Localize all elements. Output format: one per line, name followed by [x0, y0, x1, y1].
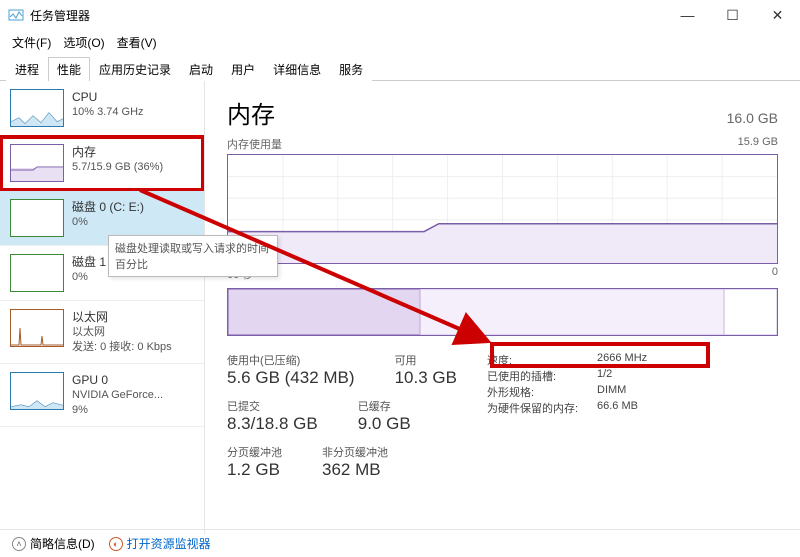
- chevron-up-icon: ˄: [12, 537, 26, 551]
- memory-composition-chart: [227, 288, 778, 336]
- sidebar-item-disk0[interactable]: 磁盘 0 (C: E:) 0%: [0, 191, 204, 246]
- sidebar-item-sub: 10% 3.74 GHz: [72, 105, 144, 120]
- reserved-value: 66.6 MB: [597, 400, 638, 416]
- chart-label: 内存使用量: [227, 136, 282, 152]
- taskmgr-icon: [8, 7, 24, 23]
- committed-label: 已提交: [227, 398, 318, 414]
- tab-processes[interactable]: 进程: [6, 57, 48, 81]
- statusbar: ˄ 简略信息(D) ◐ 打开资源监视器: [0, 529, 800, 557]
- sidebar: CPU 10% 3.74 GHz 内存 5.7/15.9 GB (36%) 磁盘…: [0, 81, 205, 534]
- sidebar-item-gpu0[interactable]: GPU 0 NVIDIA GeForce... 9%: [0, 364, 204, 427]
- menubar: 文件(F) 选项(O) 查看(V): [0, 30, 800, 57]
- slots-label: 已使用的插槽:: [487, 368, 597, 384]
- speed-label: 速度:: [487, 352, 597, 368]
- available-value: 10.3 GB: [395, 368, 457, 388]
- disk1-thumb: [10, 254, 64, 292]
- sidebar-item-memory[interactable]: 内存 5.7/15.9 GB (36%): [0, 136, 204, 191]
- tab-performance[interactable]: 性能: [48, 57, 90, 81]
- chart-max: 15.9 GB: [738, 136, 778, 152]
- available-label: 可用: [395, 352, 457, 368]
- body: CPU 10% 3.74 GHz 内存 5.7/15.9 GB (36%) 磁盘…: [0, 81, 800, 534]
- paged-label: 分页缓冲池: [227, 444, 282, 460]
- open-resmon-link[interactable]: ◐ 打开资源监视器: [109, 535, 211, 552]
- main-panel: 内存 16.0 GB 内存使用量 15.9 GB: [205, 81, 800, 534]
- ethernet-thumb: [10, 309, 64, 347]
- menu-file[interactable]: 文件(F): [8, 32, 55, 53]
- sidebar-item-sub2: 9%: [72, 403, 163, 418]
- speed-value: 2666 MHz: [597, 352, 647, 368]
- sidebar-item-disk1[interactable]: 磁盘 1 0%: [0, 246, 204, 301]
- window-controls: — ☐ ✕: [665, 0, 800, 30]
- tab-users[interactable]: 用户: [222, 57, 264, 81]
- sidebar-item-sub: 5.7/15.9 GB (36%): [72, 160, 163, 175]
- form-label: 外形规格:: [487, 384, 597, 400]
- tab-details[interactable]: 详细信息: [264, 57, 330, 81]
- sidebar-item-label: 内存: [72, 144, 163, 160]
- open-resmon-label: 打开资源监视器: [127, 535, 211, 552]
- total-memory: 16.0 GB: [727, 110, 778, 126]
- slots-value: 1/2: [597, 368, 612, 384]
- brief-info-button[interactable]: ˄ 简略信息(D): [12, 535, 95, 552]
- memory-usage-chart: [227, 154, 778, 264]
- tab-app-history[interactable]: 应用历史记录: [90, 57, 180, 81]
- paged-value: 1.2 GB: [227, 460, 282, 480]
- cpu-thumb: [10, 89, 64, 127]
- sidebar-item-label: 磁盘 1: [72, 254, 106, 270]
- stats-area: 使用中(已压缩) 5.6 GB (432 MB) 可用 10.3 GB 已提交 …: [227, 352, 778, 490]
- sidebar-item-sub: 以太网: [72, 325, 172, 340]
- menu-view[interactable]: 查看(V): [113, 32, 161, 53]
- sidebar-item-label: GPU 0: [72, 372, 163, 388]
- form-value: DIMM: [597, 384, 626, 400]
- gpu0-thumb: [10, 372, 64, 410]
- window-title: 任务管理器: [30, 7, 665, 24]
- tab-services[interactable]: 服务: [330, 57, 372, 81]
- maximize-button[interactable]: ☐: [710, 0, 755, 30]
- memory-thumb: [10, 144, 64, 182]
- chart-x-left: 60 秒: [227, 266, 253, 282]
- titlebar: 任务管理器 — ☐ ✕: [0, 0, 800, 30]
- sidebar-item-sub2: 发送: 0 接收: 0 Kbps: [72, 340, 172, 355]
- sidebar-item-sub: 0%: [72, 270, 106, 285]
- sidebar-item-cpu[interactable]: CPU 10% 3.74 GHz: [0, 81, 204, 136]
- sidebar-item-ethernet[interactable]: 以太网 以太网 发送: 0 接收: 0 Kbps: [0, 301, 204, 364]
- nonpaged-label: 非分页缓冲池: [322, 444, 388, 460]
- tab-strip: 进程 性能 应用历史记录 启动 用户 详细信息 服务: [0, 57, 800, 81]
- brief-info-label: 简略信息(D): [30, 535, 95, 552]
- nonpaged-value: 362 MB: [322, 460, 388, 480]
- close-button[interactable]: ✕: [755, 0, 800, 30]
- committed-value: 8.3/18.8 GB: [227, 414, 318, 434]
- sidebar-item-sub: NVIDIA GeForce...: [72, 388, 163, 403]
- sidebar-item-label: CPU: [72, 89, 144, 105]
- menu-options[interactable]: 选项(O): [59, 32, 108, 53]
- disk0-thumb: [10, 199, 64, 237]
- cached-label: 已缓存: [358, 398, 411, 414]
- in-use-value: 5.6 GB (432 MB): [227, 368, 355, 388]
- tab-startup[interactable]: 启动: [180, 57, 222, 81]
- chart-x-right: 0: [772, 266, 778, 282]
- page-title: 内存: [227, 95, 275, 130]
- in-use-label: 使用中(已压缩): [227, 352, 355, 368]
- reserved-label: 为硬件保留的内存:: [487, 400, 597, 416]
- sidebar-item-sub: 0%: [72, 215, 144, 230]
- sidebar-item-label: 磁盘 0 (C: E:): [72, 199, 144, 215]
- minimize-button[interactable]: —: [665, 0, 710, 30]
- cached-value: 9.0 GB: [358, 414, 411, 434]
- sidebar-item-label: 以太网: [72, 309, 172, 325]
- resmon-icon: ◐: [109, 537, 123, 551]
